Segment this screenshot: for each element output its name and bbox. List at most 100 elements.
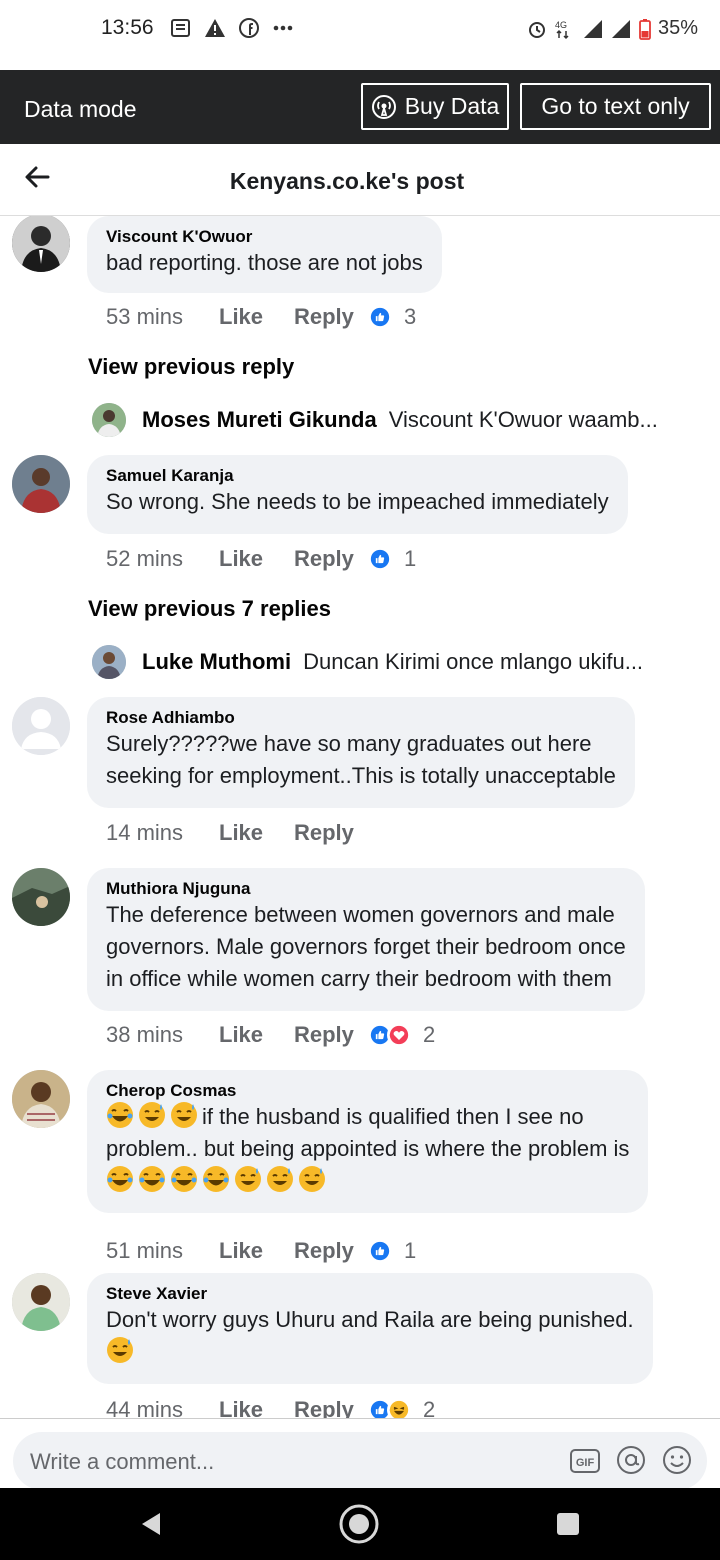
signal-icon-2 [611, 19, 630, 38]
comment-bubble[interactable]: Rose Adhiambo Surely?????we have so many… [87, 697, 635, 808]
composer-actions: GIF [569, 1444, 693, 1476]
comment-text: governors. Male governors forget their b… [106, 934, 626, 959]
comment-composer: Write a comment... GIF [0, 1418, 720, 1490]
laughing-tears-emoji-icon [171, 1166, 197, 1192]
status-bar: 13:56 4G 35% [0, 0, 720, 70]
sweat-smile-emoji-icon [267, 1166, 293, 1192]
gif-icon[interactable]: GIF [569, 1444, 601, 1476]
comment-meta: 53 mins Like Reply 3 [106, 304, 416, 330]
svg-text:GIF: GIF [576, 1457, 595, 1469]
comment-time[interactable]: 53 mins [106, 304, 219, 330]
avatar[interactable] [12, 1273, 70, 1331]
laughing-tears-emoji-icon [203, 1166, 229, 1192]
reactions-summary[interactable]: 2 [368, 1397, 435, 1418]
view-previous-replies[interactable]: View previous 7 replies [88, 596, 331, 622]
comment-text: seeking for employment..This is totally … [106, 763, 616, 788]
reactions-summary[interactable]: 3 [368, 304, 416, 330]
like-icon [368, 305, 392, 329]
comment-text-line: if the husband is qualified then I see n… [106, 1101, 629, 1133]
nav-home-icon[interactable] [339, 1504, 379, 1544]
data-mode-label: Data mode [24, 96, 137, 122]
emoji-row [106, 1165, 629, 1197]
comment-author[interactable]: Muthiora Njuguna [106, 879, 626, 899]
reply-button[interactable]: Reply [294, 1397, 368, 1418]
buy-data-button[interactable]: Buy Data [361, 83, 509, 130]
reply-preview[interactable]: Moses Mureti Gikunda Viscount K'Owuor wa… [92, 403, 702, 437]
comment-time[interactable]: 52 mins [106, 546, 219, 572]
comment-author[interactable]: Cherop Cosmas [106, 1081, 629, 1101]
comment-time[interactable]: 14 mins [106, 820, 219, 846]
reactions-summary[interactable]: 1 [368, 1238, 416, 1264]
comment-text: in office while women carry their bedroo… [106, 966, 612, 991]
comment-meta: 38 mins Like Reply 2 [106, 1022, 435, 1048]
nav-back-icon[interactable] [132, 1504, 172, 1544]
comment-bubble[interactable]: Steve Xavier Don't worry guys Uhuru and … [87, 1273, 653, 1384]
reaction-count: 3 [404, 304, 417, 329]
comment-text: Don't worry guys Uhuru and Raila are bei… [106, 1307, 634, 1332]
avatar [92, 645, 126, 679]
sweat-smile-emoji-icon [171, 1102, 197, 1128]
nav-recents-icon[interactable] [548, 1504, 588, 1544]
comment-meta: 44 mins Like Reply 2 [106, 1397, 435, 1418]
avatar[interactable] [12, 868, 70, 926]
like-button[interactable]: Like [219, 820, 294, 846]
reaction-count: 2 [423, 1397, 436, 1418]
laughing-tears-emoji-icon [139, 1166, 165, 1192]
comment-author[interactable]: Rose Adhiambo [106, 708, 616, 728]
reply-button[interactable]: Reply [294, 304, 368, 330]
reply-button[interactable]: Reply [294, 1022, 368, 1048]
view-previous-replies[interactable]: View previous reply [88, 354, 294, 380]
emoji-icon[interactable] [661, 1444, 693, 1476]
reply-button[interactable]: Reply [294, 820, 368, 846]
reply-author: Moses Mureti Gikunda [142, 407, 377, 432]
comment-bubble[interactable]: Samuel Karanja So wrong. She needs to be… [87, 455, 628, 534]
avatar[interactable] [12, 1070, 70, 1128]
comment-meta: 14 mins Like Reply [106, 820, 368, 846]
system-icons: 4G 35% [526, 17, 698, 40]
like-button[interactable]: Like [219, 1238, 294, 1264]
comment-author[interactable]: Steve Xavier [106, 1284, 634, 1304]
sweat-smile-emoji-icon [139, 1102, 165, 1128]
like-button[interactable]: Like [219, 1022, 294, 1048]
avatar [92, 403, 126, 437]
reply-button[interactable]: Reply [294, 1238, 368, 1264]
reaction-count: 2 [423, 1022, 436, 1047]
comment-bubble[interactable]: Muthiora Njuguna The deference between w… [87, 868, 645, 1011]
comment-time[interactable]: 51 mins [106, 1238, 219, 1264]
signal-icon [583, 19, 602, 38]
like-button[interactable]: Like [219, 546, 294, 572]
page-title: Kenyans.co.ke's post [229, 168, 465, 194]
comment-bubble[interactable]: Viscount K'Owuor bad reporting. those ar… [87, 216, 442, 293]
comment-author[interactable]: Samuel Karanja [106, 466, 609, 486]
comment-input[interactable]: Write a comment... GIF [13, 1432, 707, 1490]
comment-time[interactable]: 38 mins [106, 1022, 219, 1048]
facebook-icon [239, 18, 259, 38]
battery-percent: 35% [657, 17, 698, 39]
avatar[interactable] [12, 455, 70, 513]
comment-text: problem.. but being appointed is where t… [106, 1136, 630, 1161]
comment-author[interactable]: Viscount K'Owuor [106, 227, 423, 247]
reactions-summary[interactable]: 1 [368, 546, 416, 572]
android-nav-bar [0, 1488, 720, 1560]
reply-button[interactable]: Reply [294, 546, 368, 572]
reply-preview[interactable]: Luke Muthomi Duncan Kirimi once mlango u… [92, 645, 702, 679]
text-only-label: Go to text only [541, 93, 690, 119]
comment-placeholder: Write a comment... [30, 1449, 215, 1474]
battery-icon [639, 18, 651, 40]
avatar[interactable] [12, 216, 70, 272]
comment-time[interactable]: 44 mins [106, 1397, 219, 1418]
sweat-smile-emoji-icon [299, 1166, 325, 1192]
like-icon [368, 1239, 392, 1263]
sweat-smile-emoji-icon [107, 1337, 133, 1363]
like-button[interactable]: Like [219, 1397, 294, 1418]
text-only-button[interactable]: Go to text only [520, 83, 711, 130]
like-button[interactable]: Like [219, 304, 294, 330]
comments-list[interactable]: Viscount K'Owuor bad reporting. those ar… [0, 216, 720, 1418]
mention-icon[interactable] [615, 1444, 647, 1476]
haha-icon [387, 1398, 411, 1418]
comment-bubble[interactable]: Cherop Cosmas if the husband is qualifie… [87, 1070, 649, 1213]
reactions-summary[interactable]: 2 [368, 1022, 435, 1048]
notification-icons [170, 17, 294, 39]
avatar[interactable] [12, 697, 70, 755]
data-mode-bar: Data mode Buy Data Go to text only [0, 70, 720, 144]
